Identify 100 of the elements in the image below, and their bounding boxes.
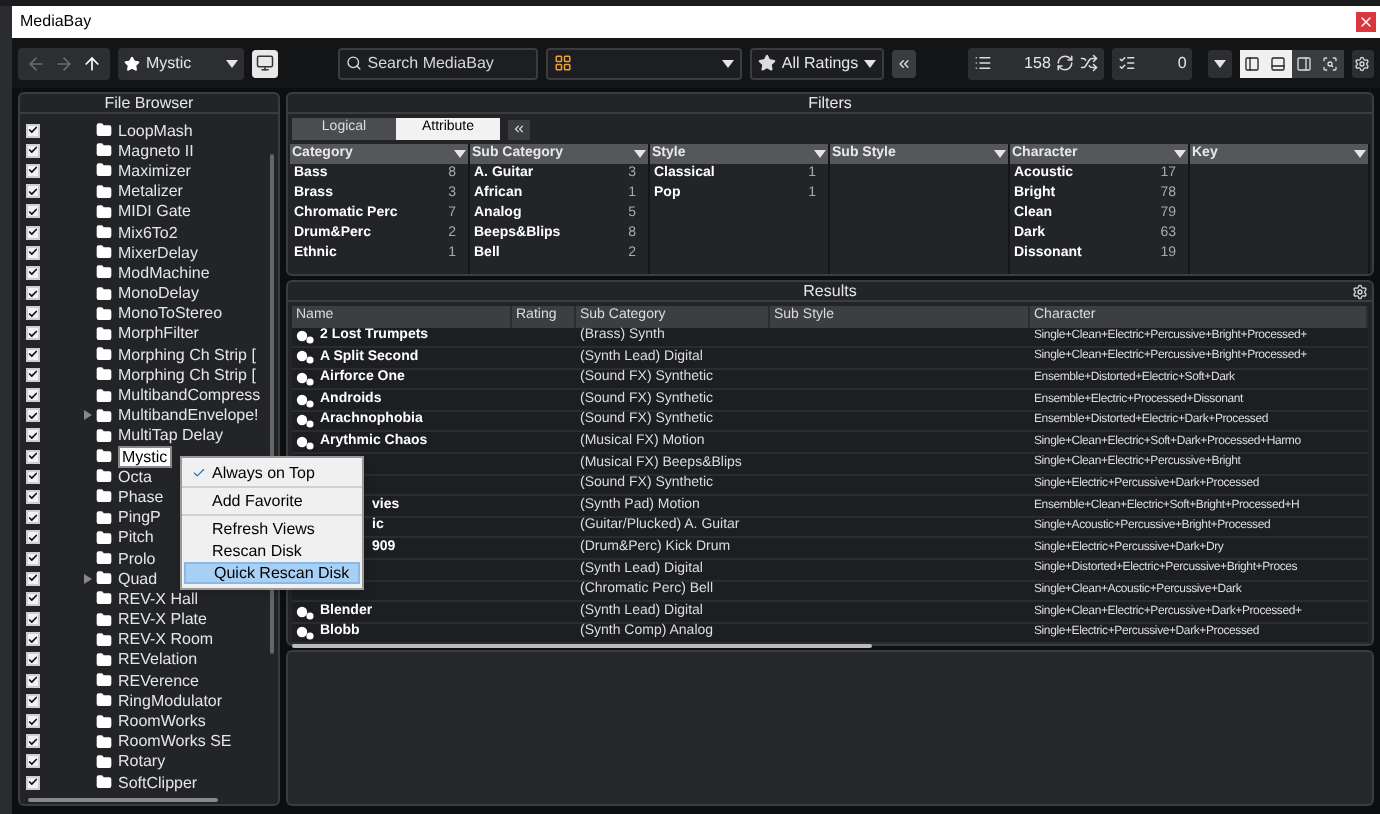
folder-name[interactable]: MultiTap Delay <box>118 426 223 445</box>
folder-name[interactable]: Magneto II <box>118 141 194 160</box>
folder-name[interactable]: Morphing Ch Strip [ <box>118 345 256 364</box>
checkbox[interactable] <box>26 489 40 504</box>
layout-toggle[interactable] <box>1291 49 1318 77</box>
checkbox[interactable] <box>26 388 40 403</box>
location-dropdown[interactable]: Mystic <box>118 47 244 79</box>
checkbox[interactable] <box>26 225 40 240</box>
folder-name[interactable]: Pitch <box>118 528 154 547</box>
checkbox[interactable] <box>26 123 40 138</box>
checkbox[interactable] <box>26 612 40 627</box>
settings-button[interactable] <box>1351 49 1375 77</box>
folder-name[interactable]: MonoToStereo <box>118 304 223 323</box>
folder-name[interactable]: REV-X Plate <box>118 610 207 629</box>
menu-item[interactable]: Quick Rescan Disk <box>184 562 360 585</box>
shuffle-icon[interactable] <box>1080 54 1099 72</box>
checkbox[interactable] <box>26 693 40 708</box>
checkbox[interactable] <box>26 591 40 606</box>
folder-name[interactable]: RoomWorks <box>118 712 206 731</box>
folder-name[interactable]: MixerDelay <box>118 243 199 262</box>
view-dropdown[interactable] <box>546 47 742 79</box>
reset-button[interactable] <box>892 49 917 77</box>
checkbox[interactable] <box>26 551 40 566</box>
folder-name[interactable]: Metalizer <box>118 182 183 201</box>
checkbox[interactable] <box>26 245 40 260</box>
checkbox[interactable] <box>26 163 40 178</box>
checkbox[interactable] <box>26 449 40 464</box>
folder-name[interactable]: REVelation <box>118 650 198 669</box>
favorite-star-icon <box>124 55 140 71</box>
reset-filters-button[interactable] <box>508 119 530 139</box>
folder-name[interactable]: Morphing Ch Strip [ <box>118 365 256 384</box>
folder-name[interactable]: Octa <box>118 467 152 486</box>
back-icon[interactable] <box>26 53 46 73</box>
checkbox[interactable] <box>26 428 40 443</box>
folder-name[interactable]: LoopMash <box>118 121 193 140</box>
expand-arrow-icon[interactable] <box>84 410 92 421</box>
folder-name[interactable]: Phase <box>118 487 164 506</box>
folder-name[interactable]: RingModulator <box>118 691 223 710</box>
checkbox[interactable] <box>26 734 40 749</box>
close-button[interactable] <box>1356 12 1376 32</box>
layout-toggle[interactable] <box>1265 49 1292 77</box>
checkbox[interactable] <box>26 714 40 729</box>
checkbox[interactable] <box>26 286 40 301</box>
checkbox[interactable] <box>26 347 40 362</box>
folder-name[interactable]: MultibandEnvelope! <box>118 406 259 425</box>
checkbox[interactable] <box>26 530 40 545</box>
up-icon[interactable] <box>82 53 102 73</box>
folder-name[interactable]: Mystic <box>118 445 172 468</box>
folder-name[interactable]: REV-X Hall <box>118 589 199 608</box>
layout-toggle[interactable] <box>1239 49 1266 77</box>
folder-name[interactable]: PingP <box>118 508 161 527</box>
settings-icon[interactable] <box>1352 284 1368 300</box>
checkbox[interactable] <box>26 775 40 790</box>
expand-arrow-icon[interactable] <box>84 573 92 584</box>
checkbox[interactable] <box>26 143 40 158</box>
checkbox[interactable] <box>26 408 40 423</box>
checkbox[interactable] <box>26 367 40 382</box>
checkbox[interactable] <box>26 754 40 769</box>
folder-name[interactable]: REV-X Room <box>118 630 214 649</box>
panel-icon <box>1270 55 1287 71</box>
folder-name[interactable]: REVerence <box>118 671 199 690</box>
dropdown-button[interactable] <box>1208 49 1232 77</box>
menu-item[interactable]: Refresh Views <box>184 518 360 541</box>
folder-name[interactable]: MonoDelay <box>118 284 199 303</box>
checkbox[interactable] <box>26 306 40 321</box>
checkbox[interactable] <box>26 184 40 199</box>
menu-item[interactable]: Always on Top <box>184 462 360 485</box>
folder-name[interactable]: Quad <box>118 569 158 588</box>
folder-name[interactable]: RoomWorks SE <box>118 732 232 751</box>
folder-name[interactable]: MorphFilter <box>118 324 199 343</box>
folder-name[interactable]: MIDI Gate <box>118 202 191 221</box>
checkbox[interactable] <box>26 510 40 525</box>
folder-name[interactable]: ModMachine <box>118 263 210 282</box>
folder-name[interactable]: Mix6To2 <box>118 223 178 242</box>
menu-item[interactable]: Add Favorite <box>184 490 360 513</box>
refresh-icon[interactable] <box>1056 54 1075 72</box>
search-box[interactable]: Search MediaBay <box>337 47 539 79</box>
menu-item[interactable]: Rescan Disk <box>184 540 360 563</box>
forward-icon[interactable] <box>54 53 74 73</box>
search-field[interactable]: Search MediaBay <box>367 51 531 75</box>
caret-icon <box>814 150 826 158</box>
horizontal-scrollbar[interactable] <box>28 797 218 801</box>
checkbox[interactable] <box>26 326 40 341</box>
folder-name[interactable]: Maximizer <box>118 161 191 180</box>
folder-name[interactable]: Rotary <box>118 752 166 771</box>
checkbox[interactable] <box>26 673 40 688</box>
checkbox[interactable] <box>26 204 40 219</box>
ratings-dropdown[interactable]: All Ratings <box>749 47 885 79</box>
folder-name[interactable]: MultibandCompress <box>118 386 261 405</box>
checkbox[interactable] <box>26 652 40 667</box>
horizontal-scrollbar[interactable] <box>292 644 872 649</box>
checkbox[interactable] <box>26 469 40 484</box>
location-text: Mystic <box>146 51 194 75</box>
layout-toggle[interactable] <box>1317 49 1344 77</box>
checkbox[interactable] <box>26 571 40 586</box>
folder-button[interactable] <box>251 49 278 77</box>
checkbox[interactable] <box>26 265 40 280</box>
folder-name[interactable]: SoftClipper <box>118 773 198 792</box>
checkbox[interactable] <box>26 632 40 647</box>
folder-name[interactable]: Prolo <box>118 549 156 568</box>
